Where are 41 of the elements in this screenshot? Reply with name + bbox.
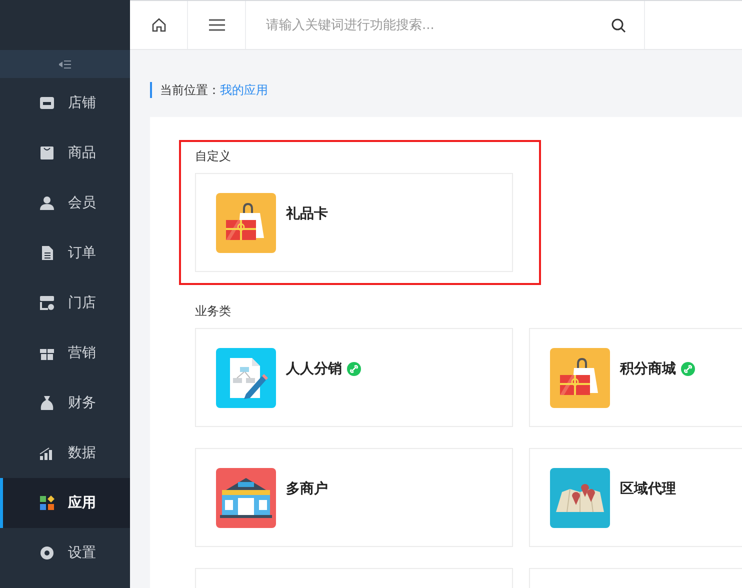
app-name: 礼品卡	[286, 205, 328, 223]
sidebar-item[interactable]: 商品	[0, 128, 130, 178]
sidebar-item[interactable]: 应用	[0, 478, 130, 528]
search-field[interactable]: 请输入关键词进行功能搜索...	[264, 16, 611, 34]
app-card[interactable]: 人人分销	[195, 328, 513, 427]
menu-icon	[208, 19, 224, 31]
user-icon	[39, 195, 55, 211]
apps-icon	[39, 495, 55, 511]
document-icon	[39, 245, 55, 261]
app-name: 积分商城	[620, 360, 676, 378]
breadcrumb-label: 当前位置：	[160, 82, 220, 98]
sidebar-item[interactable]: 营销	[0, 328, 130, 378]
section-title: 业务类	[195, 303, 232, 320]
map-pins-icon	[550, 468, 610, 528]
shop-icon	[39, 95, 55, 111]
app-name: 区域代理	[620, 480, 676, 498]
sidebar-item[interactable]: 设置	[0, 528, 130, 578]
bag-icon	[39, 145, 55, 161]
gift-bag-icon	[550, 348, 610, 408]
gift-bag-icon	[216, 193, 276, 253]
app-card[interactable]: 积分商城	[529, 328, 742, 427]
sidebar-item[interactable]: 门店	[0, 278, 130, 328]
sidebar-item[interactable]: 订单	[0, 228, 130, 278]
section-title: 自定义	[195, 148, 232, 165]
sidebar-item[interactable]: 财务	[0, 378, 130, 428]
sidebar-item[interactable]: 店铺	[0, 78, 130, 128]
home-icon	[150, 17, 166, 33]
app-card[interactable]: 区域代理	[529, 448, 742, 547]
search-icon[interactable]	[611, 18, 626, 32]
storefront-icon	[216, 468, 276, 528]
app-name: 多商户	[286, 480, 328, 498]
sidebar-item[interactable]: 数据	[0, 428, 130, 478]
money-bag-icon	[39, 395, 55, 411]
gear-icon	[39, 545, 55, 561]
app-card[interactable]: 礼品卡	[195, 173, 513, 272]
app-card[interactable]: 多商户	[195, 448, 513, 547]
sidebar-item[interactable]: 会员	[0, 178, 130, 228]
collapse-icon	[59, 60, 71, 68]
chart-icon	[39, 445, 55, 461]
document-pencil-icon	[216, 348, 276, 408]
app-name: 人人分销	[286, 360, 342, 378]
